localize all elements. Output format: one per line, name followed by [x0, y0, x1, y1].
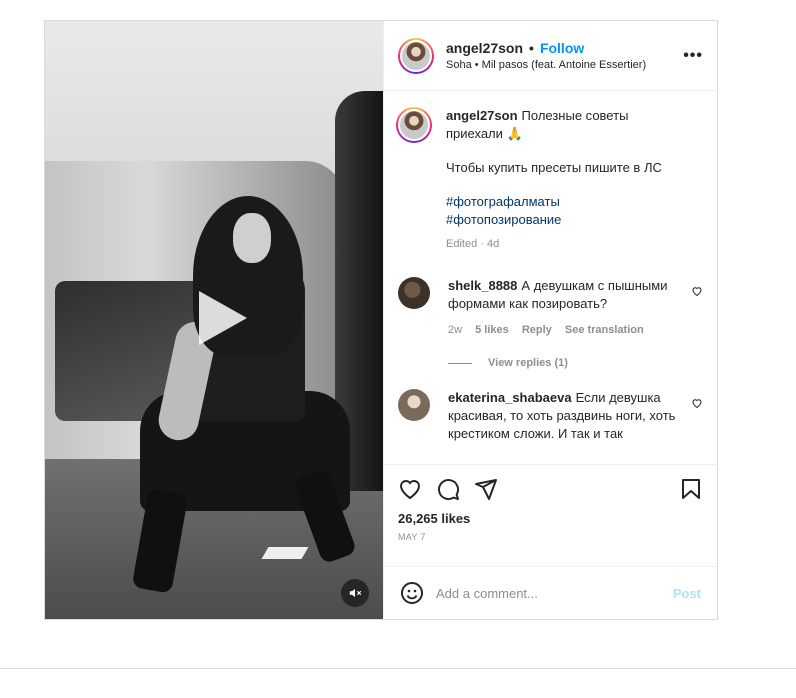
post-side-panel: angel27son • Follow Soha • Mil pasos (fe… — [383, 21, 717, 619]
comment-icon[interactable] — [436, 477, 460, 501]
comment-item: ekaterina_shabaeva Если девушка красивая,… — [398, 389, 703, 443]
post-actions: 26,265 likes MAY 7 — [384, 464, 717, 550]
comment-username[interactable]: shelk_8888 — [448, 278, 517, 293]
comment-username[interactable]: ekaterina_shabaeva — [448, 390, 572, 405]
commenter-avatar[interactable] — [398, 277, 430, 309]
heart-icon[interactable] — [398, 477, 422, 501]
reply-button[interactable]: Reply — [522, 324, 552, 336]
separator-dot: • — [529, 40, 534, 56]
comment-time: 2w — [448, 324, 463, 336]
comment-heart-icon[interactable] — [691, 397, 703, 409]
caption-avatar[interactable] — [396, 107, 432, 143]
hashtag-2[interactable]: #фотопозирование — [446, 212, 561, 227]
caption: angel27son Полезные советы приехали 🙏 Что… — [396, 107, 703, 253]
post-header: angel27son • Follow Soha • Mil pasos (fe… — [384, 21, 717, 91]
add-comment-input[interactable] — [434, 584, 673, 602]
comment-item: shelk_8888 А девушкам с пышными формами к… — [398, 277, 703, 339]
audio-track[interactable]: Soha • Mil pasos (feat. Antoine Essertie… — [446, 59, 683, 71]
emoji-icon[interactable] — [400, 581, 424, 605]
caption-meta: Edited · 4d — [446, 238, 500, 250]
add-comment-bar: Post — [384, 566, 717, 619]
likes-count[interactable]: 26,265 likes — [398, 511, 703, 526]
view-replies-button[interactable]: View replies (1) — [448, 357, 703, 369]
follow-button[interactable]: Follow — [540, 40, 584, 56]
author-avatar[interactable] — [398, 37, 434, 74]
commenter-avatar[interactable] — [398, 389, 430, 421]
post-date: MAY 7 — [398, 532, 426, 542]
more-options-icon[interactable]: ••• — [683, 47, 703, 65]
page-divider — [0, 668, 796, 669]
post-comment-button[interactable]: Post — [673, 586, 701, 601]
post-video[interactable] — [45, 21, 383, 619]
author-username[interactable]: angel27son — [446, 40, 523, 56]
play-icon[interactable] — [185, 283, 255, 353]
hashtag-1[interactable]: #фотографалматы — [446, 194, 560, 209]
see-translation-button[interactable]: See translation — [565, 324, 644, 336]
post-container: angel27son • Follow Soha • Mil pasos (fe… — [44, 20, 718, 620]
comments-list[interactable]: angel27son Полезные советы приехали 🙏 Что… — [384, 91, 717, 464]
mute-icon[interactable] — [341, 579, 369, 607]
caption-line2: Чтобы купить пресеты пишите в ЛС — [446, 160, 662, 175]
caption-username[interactable]: angel27son — [446, 108, 518, 123]
send-icon[interactable] — [474, 477, 498, 501]
bookmark-icon[interactable] — [679, 477, 703, 501]
comment-heart-icon[interactable] — [691, 285, 703, 297]
view-replies-label: View replies (1) — [488, 357, 568, 369]
comment-likes[interactable]: 5 likes — [475, 324, 509, 336]
